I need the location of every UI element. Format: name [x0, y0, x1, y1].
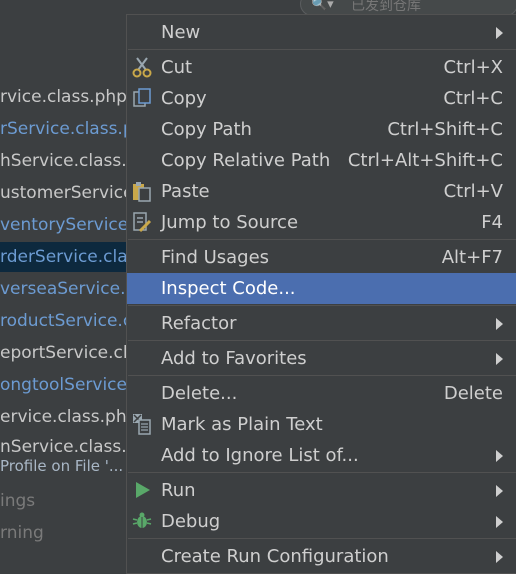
submenu-arrow-icon — [496, 516, 503, 528]
menu-item-add-to-favorites[interactable]: Add to Favorites — [127, 343, 516, 374]
debug-bug-icon — [131, 510, 153, 532]
project-tree: rvice.class.php rService.class.p hServic… — [0, 0, 130, 571]
tree-file[interactable]: ongtoolService. — [0, 370, 130, 400]
menu-item-copy-relative-path[interactable]: Copy Relative Path Ctrl+Alt+Shift+C — [127, 145, 516, 176]
tree-file[interactable]: rvice.class.php — [0, 82, 127, 112]
scissors-icon — [131, 56, 153, 78]
menu-separator — [128, 538, 516, 539]
menu-item-debug[interactable]: Debug — [127, 506, 516, 537]
submenu-arrow-icon — [496, 485, 503, 497]
menu-item-label: Add to Ignore List of... — [161, 445, 359, 466]
menu-item-label: Jump to Source — [161, 212, 299, 233]
tree-file[interactable]: ventoryService — [0, 210, 128, 240]
menu-item-label: Add to Favorites — [161, 348, 307, 369]
menu-separator — [128, 239, 516, 240]
shortcut-label: Ctrl+Alt+Shift+C — [347, 150, 503, 171]
menu-item-refactor[interactable]: Refactor — [127, 308, 516, 339]
shortcut-label: Delete — [443, 383, 503, 404]
menu-separator — [128, 472, 516, 473]
menu-item-label: New — [161, 22, 201, 43]
submenu-arrow-icon — [496, 450, 503, 462]
submenu-arrow-icon — [496, 353, 503, 365]
submenu-arrow-icon — [496, 318, 503, 330]
menu-item-new[interactable]: New — [127, 17, 516, 48]
menu-item-mark-as-plain-text[interactable]: Mark as Plain Text — [127, 409, 516, 440]
menu-item-label: Copy Relative Path — [161, 150, 331, 171]
menu-item-label: Paste — [161, 181, 210, 202]
shortcut-label: Ctrl+Shift+C — [387, 119, 503, 140]
context-menu: New Cut Ctrl+X Copy Ctrl+C Copy Path Ctr… — [126, 14, 516, 574]
tree-file[interactable]: eportService.cla — [0, 338, 130, 368]
menu-item-label: Run — [161, 480, 196, 501]
menu-item-label: Cut — [161, 57, 193, 78]
tree-file[interactable]: rService.class.p — [0, 114, 130, 144]
menu-item-create-run-configuration[interactable]: Create Run Configuration — [127, 541, 516, 572]
run-icon — [131, 479, 153, 501]
tree-profile-item[interactable]: Profile on File '... — [0, 453, 123, 479]
menu-separator — [128, 305, 516, 306]
menu-item-label: Inspect Code... — [161, 278, 296, 299]
menu-item-label: Refactor — [161, 313, 237, 334]
menu-item-label: Copy — [161, 88, 207, 109]
paste-icon — [131, 180, 153, 202]
plain-text-icon — [131, 413, 153, 435]
tree-file[interactable]: verseaService.c — [0, 274, 130, 304]
tree-file[interactable]: ervice.class.php — [0, 402, 130, 432]
menu-separator — [128, 49, 516, 50]
menu-item-paste[interactable]: Paste Ctrl+V — [127, 176, 516, 207]
menu-item-delete[interactable]: Delete... Delete — [127, 378, 516, 409]
menu-item-inspect-code[interactable]: Inspect Code... — [127, 273, 516, 304]
menu-separator — [128, 375, 516, 376]
submenu-arrow-icon — [496, 27, 503, 39]
tree-file[interactable]: hService.class.p — [0, 146, 130, 176]
search-icon: 🔍▾ — [311, 0, 334, 12]
tree-file[interactable]: ustomerService — [0, 178, 130, 208]
menu-item-cut[interactable]: Cut Ctrl+X — [127, 52, 516, 83]
menu-item-label: Delete... — [161, 383, 238, 404]
shortcut-label: Ctrl+V — [443, 181, 503, 202]
shortcut-label: F4 — [481, 212, 503, 233]
menu-item-jump-to-source[interactable]: Jump to Source F4 — [127, 207, 516, 238]
menu-item-label: Create Run Configuration — [161, 546, 389, 567]
edit-source-icon — [131, 211, 153, 233]
copy-icon — [131, 87, 153, 109]
menu-item-label: Debug — [161, 511, 221, 532]
menu-item-add-to-ignore-list[interactable]: Add to Ignore List of... — [127, 440, 516, 471]
menu-separator — [128, 340, 516, 341]
search-text: 已发到仓库 — [351, 0, 421, 14]
shortcut-label: Ctrl+X — [443, 57, 503, 78]
menu-item-find-usages[interactable]: Find Usages Alt+F7 — [127, 242, 516, 273]
menu-item-label: Copy Path — [161, 119, 252, 140]
menu-item-label: Mark as Plain Text — [161, 414, 323, 435]
shortcut-label: Ctrl+C — [443, 88, 503, 109]
tree-file[interactable]: roductService.c — [0, 306, 130, 336]
menu-item-label: Find Usages — [161, 247, 270, 268]
shortcut-label: Alt+F7 — [441, 247, 503, 268]
tree-item[interactable]: ings — [0, 486, 35, 516]
submenu-arrow-icon — [496, 551, 503, 563]
menu-item-run[interactable]: Run — [127, 475, 516, 506]
menu-item-copy[interactable]: Copy Ctrl+C — [127, 83, 516, 114]
tree-file-selected[interactable]: rderService.clas — [0, 242, 130, 272]
menu-item-copy-path[interactable]: Copy Path Ctrl+Shift+C — [127, 114, 516, 145]
tree-item[interactable]: rning — [0, 518, 44, 548]
